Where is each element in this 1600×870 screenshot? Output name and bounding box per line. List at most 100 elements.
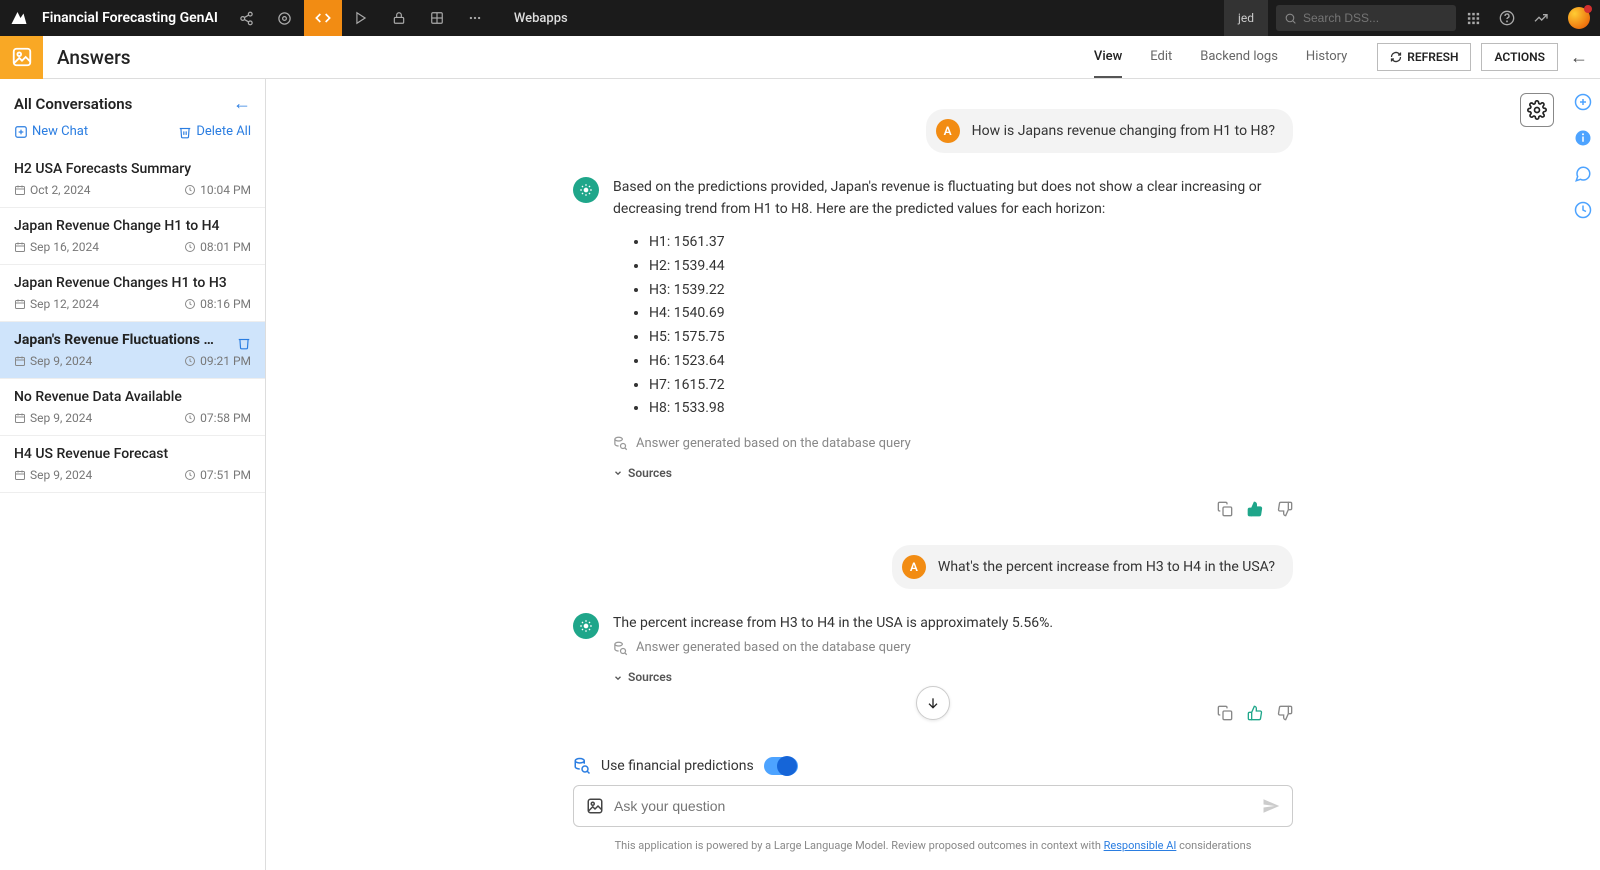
conversation-item[interactable]: H4 US Revenue ForecastSep 9, 202407:51 P… <box>0 436 265 493</box>
sub-bar: Answers View Edit Backend logs History R… <box>0 36 1600 79</box>
top-bar: Financial Forecasting GenAI Webapps jed <box>0 0 1600 36</box>
user-message: A How is Japans revenue changing from H1 … <box>573 109 1293 153</box>
actions-button[interactable]: ACTIONS <box>1481 43 1558 71</box>
generated-by: Answer generated based on the database q… <box>613 434 1293 454</box>
conv-title: H2 USA Forecasts Summary <box>14 161 191 177</box>
conv-title: H4 US Revenue Forecast <box>14 446 168 462</box>
new-chat-button[interactable]: New Chat <box>14 124 88 139</box>
thumbs-down-icon[interactable] <box>1277 705 1293 721</box>
copy-icon[interactable] <box>1217 705 1233 721</box>
search-box[interactable] <box>1276 5 1456 31</box>
play-icon[interactable] <box>342 0 380 36</box>
responsible-ai-link[interactable]: Responsible AI <box>1104 839 1177 852</box>
chat-area: A How is Japans revenue changing from H1 … <box>266 79 1600 870</box>
bot-avatar <box>573 177 599 203</box>
conversation-item[interactable]: Japan's Revenue Fluctuations H…Sep 9, 20… <box>0 322 265 379</box>
thumbs-down-icon[interactable] <box>1277 501 1293 517</box>
toggle-label: Use financial predictions <box>601 758 754 774</box>
conv-time: 07:51 PM <box>184 468 251 482</box>
question-input[interactable] <box>614 798 1252 814</box>
page-title: Answers <box>57 46 131 69</box>
trend-icon[interactable] <box>1524 10 1558 26</box>
flow-icon[interactable] <box>266 0 304 36</box>
bot-message: Based on the predictions provided, Japan… <box>573 177 1293 491</box>
conv-date: Sep 12, 2024 <box>14 297 99 311</box>
sidebar-title: All Conversations <box>14 95 132 113</box>
sources-toggle[interactable]: Sources <box>613 668 1293 687</box>
conv-title: Japan Revenue Changes H1 to H3 <box>14 275 227 291</box>
tabs: View Edit Backend logs History <box>1094 37 1347 78</box>
user-message-text: What's the percent increase from H3 to H… <box>938 559 1275 575</box>
bot-text: The percent increase from H3 to H4 in th… <box>613 613 1293 635</box>
thumbs-up-icon[interactable] <box>1247 705 1263 721</box>
delete-conv-icon[interactable] <box>237 336 251 350</box>
user-avatar-small: A <box>936 119 960 143</box>
gear-icon <box>1527 100 1547 120</box>
settings-button[interactable] <box>1520 93 1554 127</box>
chat-rail-icon[interactable] <box>1574 165 1592 183</box>
thumbs-up-icon[interactable] <box>1247 501 1263 517</box>
code-icon[interactable] <box>304 0 342 36</box>
tab-edit[interactable]: Edit <box>1150 37 1172 78</box>
search-input[interactable] <box>1303 11 1433 25</box>
answers-logo[interactable] <box>0 36 43 79</box>
history-rail-icon[interactable] <box>1574 201 1592 219</box>
breadcrumb[interactable]: Webapps <box>514 11 568 26</box>
trash-icon <box>178 125 192 139</box>
right-rail <box>1574 93 1592 219</box>
conv-time: 08:01 PM <box>184 240 251 254</box>
info-icon[interactable] <box>1574 129 1592 147</box>
tab-view[interactable]: View <box>1094 37 1122 78</box>
app-logo[interactable] <box>0 9 38 27</box>
question-input-box[interactable] <box>573 785 1293 827</box>
conv-title: Japan Revenue Change H1 to H4 <box>14 218 220 234</box>
conv-date: Sep 9, 2024 <box>14 411 92 425</box>
sidebar: All Conversations ← New Chat Delete All … <box>0 79 266 870</box>
bot-message: The percent increase from H3 to H4 in th… <box>573 613 1293 695</box>
sources-toggle[interactable]: Sources <box>613 464 1293 483</box>
delete-all-button[interactable]: Delete All <box>178 124 251 139</box>
add-icon[interactable] <box>1574 93 1592 111</box>
user-label[interactable]: jed <box>1224 0 1268 36</box>
search-icon <box>1284 12 1297 25</box>
conv-time: 09:21 PM <box>184 354 251 368</box>
apps-icon[interactable] <box>1456 11 1490 26</box>
back-arrow[interactable]: ← <box>1558 47 1600 68</box>
conv-time: 07:58 PM <box>184 411 251 425</box>
project-title[interactable]: Financial Forecasting GenAI <box>38 10 228 26</box>
conversation-item[interactable]: H2 USA Forecasts SummaryOct 2, 202410:04… <box>0 151 265 208</box>
footer-text: This application is powered by a Large L… <box>573 839 1293 852</box>
bot-text: Based on the predictions provided, Japan… <box>613 177 1293 220</box>
refresh-button[interactable]: REFRESH <box>1377 43 1471 71</box>
tab-backend-logs[interactable]: Backend logs <box>1200 37 1278 78</box>
grid-icon[interactable] <box>418 0 456 36</box>
conversation-item[interactable]: Japan Revenue Changes H1 to H3 Sep 12, 20… <box>0 265 265 322</box>
scroll-down-button[interactable] <box>916 686 950 720</box>
arrow-down-icon <box>925 695 941 711</box>
lock-icon[interactable] <box>380 0 418 36</box>
share-icon[interactable] <box>228 0 266 36</box>
conversation-item[interactable]: No Revenue Data Available Sep 9, 2024 07:5… <box>0 379 265 436</box>
user-avatar[interactable] <box>1568 7 1590 29</box>
database-search-icon <box>573 757 591 775</box>
conv-date: Sep 16, 2024 <box>14 240 99 254</box>
user-message-text: How is Japans revenue changing from H1 t… <box>972 123 1275 139</box>
image-icon[interactable] <box>586 797 604 815</box>
conversation-item[interactable]: Japan Revenue Change H1 to H4 Sep 16, 202… <box>0 208 265 265</box>
conv-date: Sep 9, 2024 <box>14 354 92 368</box>
tab-history[interactable]: History <box>1306 37 1347 78</box>
collapse-arrow-icon[interactable]: ← <box>233 93 251 114</box>
copy-icon[interactable] <box>1217 501 1233 517</box>
generated-by: Answer generated based on the database q… <box>613 638 1293 658</box>
user-message: A What's the percent increase from H3 to … <box>573 545 1293 589</box>
user-avatar-small: A <box>902 555 926 579</box>
conv-time: 08:16 PM <box>184 297 251 311</box>
more-icon[interactable] <box>456 0 494 36</box>
conv-time: 10:04 PM <box>184 183 251 197</box>
refresh-icon <box>1390 51 1402 63</box>
help-icon[interactable] <box>1490 10 1524 26</box>
message-actions <box>573 501 1293 517</box>
predictions-toggle[interactable] <box>764 757 798 775</box>
conv-title: No Revenue Data Available <box>14 389 182 405</box>
send-icon[interactable] <box>1262 797 1280 815</box>
